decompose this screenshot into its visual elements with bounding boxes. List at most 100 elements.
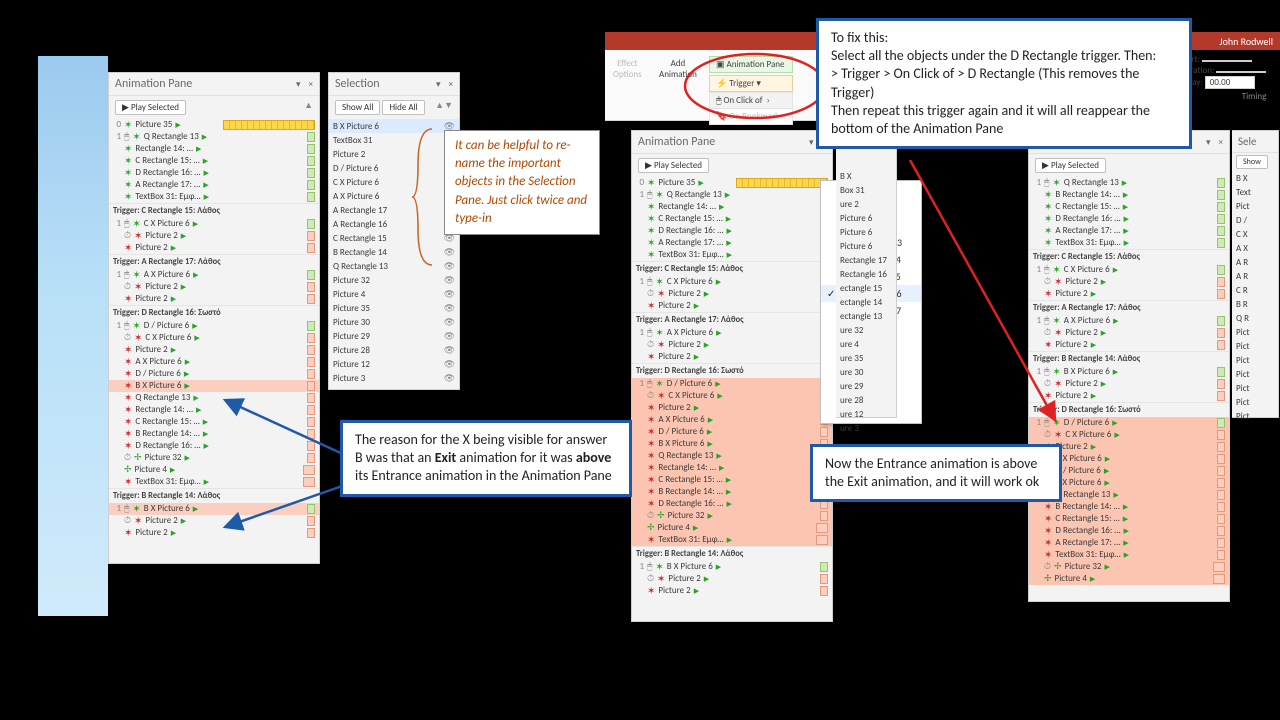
selection-item[interactable]: A X Picture 6👁 — [329, 189, 459, 203]
anim-row[interactable]: ⏱✶C X Picture 6▶ — [109, 332, 319, 344]
anim-row[interactable]: ✶A Rectangle 17: …▶ — [1029, 225, 1229, 237]
selection-item[interactable]: Picture 4👁 — [329, 287, 459, 301]
anim-row[interactable]: ⏱✶Picture 2▶ — [109, 281, 319, 293]
anim-row[interactable]: ✶Rectangle 14: …▶ — [632, 462, 832, 474]
selection-item[interactable]: ure 30 — [836, 365, 896, 379]
anim-row[interactable]: ✶Picture 2▶ — [109, 527, 319, 539]
eye-icon[interactable]: 👁 — [444, 275, 455, 286]
eye-icon[interactable]: 👁 — [444, 317, 455, 328]
anim-row[interactable]: ⏱✶Picture 2▶ — [1029, 327, 1229, 339]
anim-row[interactable]: ✶TextBox 31: Εμφ…▶ — [632, 249, 832, 261]
anim-row[interactable]: ⏱✢Picture 32▶ — [632, 510, 832, 522]
reorder-up-icon[interactable]: ▲ — [304, 100, 313, 111]
anim-row[interactable]: ⏱✶Picture 2▶ — [632, 339, 832, 351]
selection-item[interactable]: B X — [836, 169, 896, 183]
anim-row[interactable]: 1🖱✶Q Rectangle 13▶ — [632, 189, 832, 201]
trigger-dropdown[interactable]: ⚡ Trigger ▾ — [709, 75, 793, 92]
eye-icon[interactable]: 👁 — [444, 373, 455, 384]
anim-row[interactable]: ⏱✶Picture 2▶ — [632, 288, 832, 300]
anim-row[interactable]: ⏱✶Picture 2▶ — [109, 230, 319, 242]
eye-icon[interactable]: 👁 — [444, 331, 455, 342]
selection-item[interactable]: TextBox 31👁 — [329, 133, 459, 147]
anim-row[interactable]: ✶A Rectangle 17: …▶ — [109, 179, 319, 191]
selection-item[interactable]: Picture 12👁 — [329, 357, 459, 371]
selection-item[interactable]: Picture 6 — [836, 239, 896, 253]
anim-row[interactable]: ✶B Rectangle 14: …▶ — [1029, 501, 1229, 513]
anim-row[interactable]: ✶Q Rectangle 13▶ — [109, 392, 319, 404]
anim-row[interactable]: ✶D Rectangle 16: …▶ — [109, 167, 319, 179]
anim-row[interactable]: ✶D Rectangle 16: …▶ — [1029, 525, 1229, 537]
anim-row[interactable]: ⏱✢Picture 32▶ — [109, 452, 319, 464]
selection-item[interactable]: A Rectangle 16👁 — [329, 217, 459, 231]
anim-row[interactable]: ✶C Rectangle 15: …▶ — [1029, 201, 1229, 213]
anim-row[interactable]: ✶Picture 2▶ — [109, 242, 319, 254]
animation-pane-toggle[interactable]: ▣ Animation Pane — [709, 56, 793, 73]
anim-row[interactable]: ⏱✶C X Picture 6▶ — [632, 390, 832, 402]
start-field[interactable] — [1202, 60, 1252, 62]
anim-row[interactable]: ✶C Rectangle 15: …▶ — [109, 416, 319, 428]
anim-row[interactable]: ✢Picture 4▶ — [109, 464, 319, 476]
selection-item[interactable]: Picture 29👁 — [329, 329, 459, 343]
selection-item[interactable]: ure 4 — [836, 337, 896, 351]
anim-row[interactable]: ✢Picture 4▶ — [1029, 573, 1229, 585]
anim-row[interactable]: ✶TextBox 31: Εμφ…▶ — [632, 534, 832, 546]
selection-item[interactable]: Picture 2👁 — [329, 147, 459, 161]
anim-row[interactable]: ✶B Rectangle 14: …▶ — [1029, 189, 1229, 201]
selection-item[interactable]: Picture 6 — [836, 225, 896, 239]
play-selected-button[interactable]: ▶ Play Selected — [638, 158, 709, 173]
anim-row[interactable]: ✶B Rectangle 14: …▶ — [109, 428, 319, 440]
anim-row[interactable]: ✶TextBox 31: Εμφ…▶ — [1029, 237, 1229, 249]
on-click-of-item[interactable]: 🖱 On Click of › — [709, 92, 793, 109]
anim-row[interactable]: ✶Picture 2▶ — [632, 402, 832, 414]
selection-item[interactable]: Picture 6 — [836, 211, 896, 225]
anim-row[interactable]: ✶Rectangle 14: …▶ — [109, 404, 319, 416]
anim-row[interactable]: ✶TextBox 31: Εμφ…▶ — [109, 476, 319, 488]
selection-item[interactable]: Rectangle 17 — [836, 253, 896, 267]
anim-row[interactable]: ✶A Rectangle 17: …▶ — [632, 237, 832, 249]
anim-row[interactable]: 1🖱✶Q Rectangle 13▶ — [109, 131, 319, 143]
selection-item[interactable]: B Rectangle 14👁 — [329, 245, 459, 259]
close-icon[interactable]: × — [449, 79, 453, 90]
panel-down-icon[interactable]: ▾ — [436, 79, 441, 90]
selection-item[interactable]: Rectangle 16 — [836, 267, 896, 281]
anim-row[interactable]: ✶B X Picture 6▶ — [109, 380, 319, 392]
eye-icon[interactable]: 👁 — [444, 261, 455, 272]
show-all-button[interactable]: Show All — [335, 100, 380, 115]
anim-row[interactable]: ⏱✶Picture 2▶ — [1029, 276, 1229, 288]
anim-row[interactable]: ✶A X Picture 6▶ — [109, 356, 319, 368]
add-animation-button[interactable]: Add Animation — [659, 58, 697, 80]
anim-row[interactable]: ✶Picture 2▶ — [109, 344, 319, 356]
anim-row[interactable]: ✢Picture 4▶ — [632, 522, 832, 534]
anim-row[interactable]: ⏱✶Picture 2▶ — [1029, 378, 1229, 390]
anim-row[interactable]: ✶C Rectangle 15: …▶ — [632, 474, 832, 486]
anim-row[interactable]: 1🖱✶Q Rectangle 13▶ — [1029, 177, 1229, 189]
anim-row[interactable]: ✶B Rectangle 14: …▶ — [632, 486, 832, 498]
duration-field[interactable] — [1216, 71, 1266, 73]
eye-icon[interactable]: 👁 — [444, 359, 455, 370]
anim-row[interactable]: ✶Picture 2▶ — [1029, 288, 1229, 300]
anim-row[interactable]: ⏱✶Picture 2▶ — [109, 515, 319, 527]
anim-row[interactable]: ✶Picture 2▶ — [1029, 390, 1229, 402]
eye-icon[interactable]: 👁 — [444, 303, 455, 314]
anim-row[interactable]: ✶C Rectangle 15: …▶ — [632, 213, 832, 225]
selection-item[interactable]: C X Picture 6👁 — [329, 175, 459, 189]
anim-row[interactable]: ✶D Rectangle 16: …▶ — [632, 225, 832, 237]
selection-item[interactable]: ectangle 15 — [836, 281, 896, 295]
anim-row[interactable]: ✶D / Picture 6▶ — [109, 368, 319, 380]
anim-row[interactable]: ⏱✶Picture 2▶ — [632, 573, 832, 585]
selection-item[interactable]: Picture 28👁 — [329, 343, 459, 357]
anim-row[interactable]: ✶Picture 2▶ — [632, 300, 832, 312]
selection-item[interactable]: B X Picture 6👁 — [329, 119, 459, 133]
selection-item[interactable]: ure 28 — [836, 393, 896, 407]
selection-item[interactable]: D / Picture 6👁 — [329, 161, 459, 175]
anim-row[interactable]: ✶Picture 2▶ — [632, 585, 832, 597]
anim-row[interactable]: ✶Rectangle 14: …▶ — [109, 143, 319, 155]
anim-row[interactable]: ✶A Rectangle 17: …▶ — [1029, 537, 1229, 549]
anim-row[interactable]: ✶Picture 2▶ — [109, 293, 319, 305]
selection-item[interactable]: Picture 3👁 — [329, 371, 459, 385]
selection-item[interactable]: Picture 32👁 — [329, 273, 459, 287]
anim-row[interactable]: ✶TextBox 31: Εμφ…▶ — [109, 191, 319, 203]
anim-row[interactable]: ✶Q Rectangle 13▶ — [632, 450, 832, 462]
anim-row[interactable]: ✶Picture 2▶ — [1029, 339, 1229, 351]
anim-row[interactable]: ✶D Rectangle 16: …▶ — [1029, 213, 1229, 225]
